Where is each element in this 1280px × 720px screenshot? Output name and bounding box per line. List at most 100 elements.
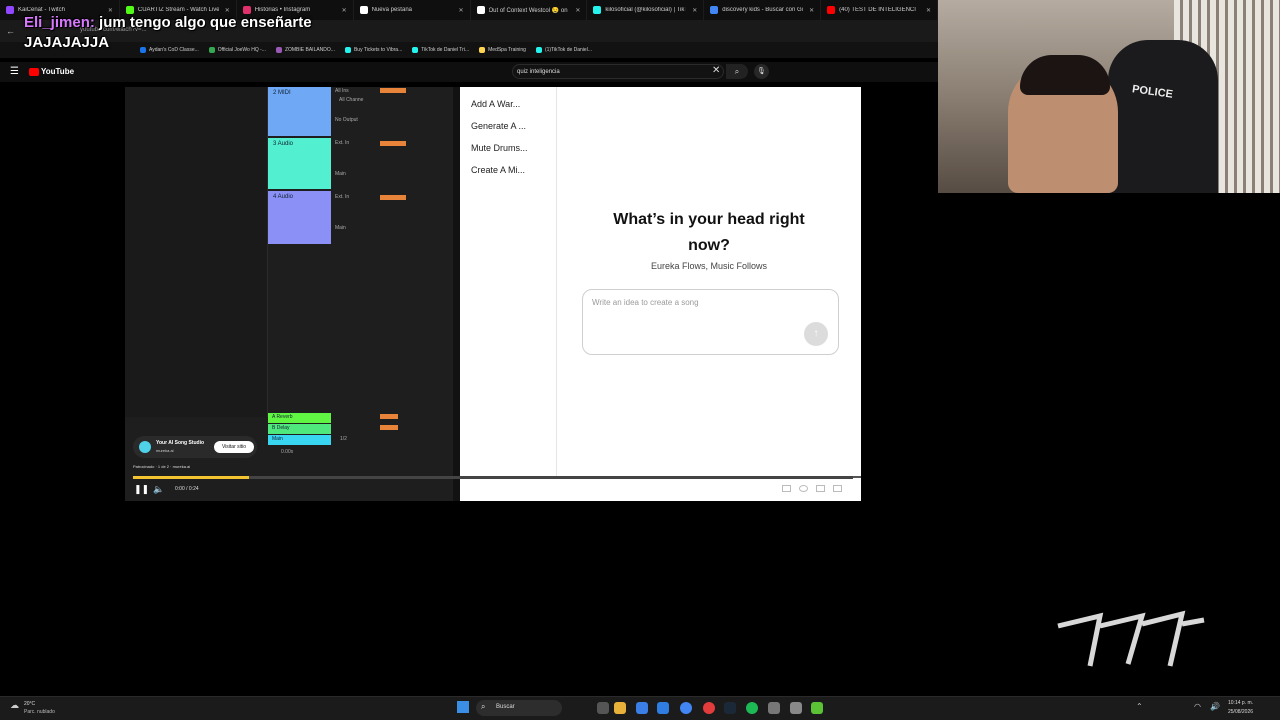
youtube-logo-text[interactable]: YouTube <box>41 67 74 76</box>
tray-chevron-icon[interactable]: ⌃ <box>1136 702 1143 711</box>
file-explorer-icon[interactable] <box>614 702 626 714</box>
gaming-chair: POLICE <box>1108 40 1218 193</box>
close-tab-icon[interactable]: ✕ <box>692 7 697 14</box>
stream-chat-overlay: Eli_jimen: jum tengo algo que enseñarte … <box>24 0 444 60</box>
return-activator-a[interactable] <box>380 414 398 419</box>
sidebar-item-mute-drums[interactable]: Mute Drums... <box>471 143 528 153</box>
close-tab-icon[interactable]: ✕ <box>926 7 931 14</box>
track-2-midi[interactable]: 2 MIDI <box>268 87 331 136</box>
output-select-3[interactable]: Main <box>335 171 346 177</box>
clear-search-icon[interactable]: ✕ <box>712 65 720 76</box>
bookmark-favicon-icon <box>535 47 542 53</box>
track-activator-4[interactable] <box>380 195 406 200</box>
weather-temp[interactable]: 20°C <box>24 701 35 707</box>
sidebar-item-add-war[interactable]: Add A War... <box>471 99 520 109</box>
menu-icon[interactable]: ☰ <box>10 66 19 77</box>
player-controls: ❚❚ 🔈 0:00 / 0:24 <box>125 480 861 501</box>
back-arrow-icon[interactable]: ← <box>6 26 15 36</box>
hero-title-line-1: What’s in your head right <box>613 211 805 228</box>
spotify-icon[interactable] <box>746 702 758 714</box>
taskbar-search-label: Buscar <box>496 704 515 710</box>
sidebar-item-create-mix[interactable]: Create A Mi... <box>471 165 525 175</box>
input-type-select-4[interactable]: Ext. In <box>335 194 349 200</box>
return-b-delay[interactable]: B Delay <box>268 424 331 434</box>
tab-title: Out of Context Westcol 🤤 on <box>488 7 568 14</box>
weather-icon[interactable]: ☁ <box>10 700 19 711</box>
visit-site-button[interactable]: Visitar sitio <box>214 441 254 453</box>
hero-title-line-2: now? <box>688 237 730 254</box>
track-label: 4 Audio <box>273 194 294 200</box>
app-icon[interactable] <box>657 702 669 714</box>
hero-title: What’s in your head right now? <box>557 207 861 259</box>
ad-domain: mureka.ai <box>156 448 174 453</box>
steam-icon[interactable] <box>724 702 736 714</box>
close-tab-icon[interactable]: ✕ <box>458 7 463 14</box>
microphone-icon[interactable]: 🎙 <box>754 64 769 79</box>
return-a-reverb[interactable]: A Reverb <box>268 413 331 423</box>
track-activator[interactable] <box>380 88 406 93</box>
wifi-icon[interactable]: ◠ <box>1194 702 1201 711</box>
bookmark-item[interactable]: MedSpa Training <box>479 47 526 53</box>
send-arrow-icon[interactable]: ↑ <box>804 322 828 346</box>
search-icon[interactable]: ⌕ <box>726 64 748 79</box>
app-sidebar: Add A War... Generate A ... Mute Drums..… <box>460 87 557 477</box>
close-tab-icon[interactable]: ✕ <box>809 7 814 14</box>
browser-tab[interactable]: discovery kids - Buscar con Go ✕ <box>704 0 822 20</box>
youtube-logo-icon[interactable] <box>29 68 39 76</box>
bookmark-item[interactable]: (1)TikTok de Daniel... <box>535 47 592 53</box>
return-label: Main <box>272 436 283 442</box>
browser-tab[interactable]: (40) TEST DE INTELIGENCI ✕ <box>821 0 938 20</box>
prompt-box[interactable]: ↑ <box>582 289 839 355</box>
tempo-value[interactable]: 0.00x <box>281 449 293 455</box>
chat-message: Eli_jimen: jum tengo algo que enseñarte <box>24 13 444 33</box>
output-select-4[interactable]: Main <box>335 225 346 231</box>
pause-icon[interactable]: ❚❚ <box>134 484 149 495</box>
hero-subtitle: Eureka Flows, Music Follows <box>650 261 768 271</box>
chat-text: jum tengo algo que enseñarte <box>99 14 312 31</box>
tab-title: (40) TEST DE INTELIGENCI <box>839 7 916 13</box>
browser-tab[interactable]: kilosoficial (@kilosoficial) | TikT ✕ <box>587 0 705 20</box>
tab-favicon-icon <box>476 6 485 14</box>
taskbar-search[interactable]: Buscar <box>476 700 562 716</box>
clock-time[interactable]: 10:14 p. m. <box>1228 700 1253 706</box>
track-label: 3 Audio <box>273 141 294 147</box>
store-icon[interactable] <box>636 702 648 714</box>
task-view-icon[interactable] <box>597 702 609 714</box>
close-tab-icon[interactable]: ✕ <box>575 7 580 14</box>
master-track[interactable]: Main <box>268 435 331 445</box>
weather-desc: Parc. nublado <box>24 709 55 715</box>
webcam-feed: POLICE <box>938 0 1280 193</box>
bookmark-label: (1)TikTok de Daniel... <box>544 47 592 53</box>
track-activator-3[interactable] <box>380 141 406 146</box>
taskbar-search-icon: ⌕ <box>481 702 486 711</box>
ad-card[interactable]: Your AI Song Studio mureka.ai Visitar si… <box>133 436 257 458</box>
bookmark-label: MedSpa Training <box>488 47 526 53</box>
input-channel-select[interactable]: All Channe <box>339 97 363 103</box>
clock-date[interactable]: 25/08/2026 <box>1228 709 1253 715</box>
app-icon-5[interactable] <box>811 702 823 714</box>
return-label: A Reverb <box>272 414 293 420</box>
sidebar-item-generate[interactable]: Generate A ... <box>471 121 526 131</box>
track-label: 2 MIDI <box>273 90 291 96</box>
volume-icon[interactable]: 🔈 <box>153 484 164 495</box>
song-idea-input[interactable] <box>592 298 792 307</box>
app-icon-2[interactable] <box>703 702 715 714</box>
track-3-audio[interactable]: 3 Audio <box>268 138 331 189</box>
output-select[interactable]: No Output <box>335 117 358 123</box>
track-4-audio[interactable]: 4 Audio <box>268 191 331 244</box>
input-type-select[interactable]: All Ins <box>335 88 349 94</box>
watermark-logo <box>1057 610 1205 667</box>
return-activator-b[interactable] <box>380 425 398 430</box>
app-icon-3[interactable] <box>768 702 780 714</box>
master-ratio[interactable]: 1/2 <box>340 436 347 442</box>
chair-text: POLICE <box>1131 83 1174 101</box>
app-icon-4[interactable] <box>790 702 802 714</box>
youtube-search-input[interactable]: quiz inteligencia <box>512 64 724 79</box>
bookmark-favicon-icon <box>479 47 486 53</box>
windows-start-icon[interactable] <box>457 701 469 713</box>
volume-tray-icon[interactable]: 🔊 <box>1210 702 1220 711</box>
input-type-select-3[interactable]: Ext. In <box>335 140 349 146</box>
chrome-icon[interactable] <box>680 702 692 714</box>
ad-progress-fill <box>133 476 250 479</box>
browser-tab[interactable]: Out of Context Westcol 🤤 on ✕ <box>471 0 588 20</box>
